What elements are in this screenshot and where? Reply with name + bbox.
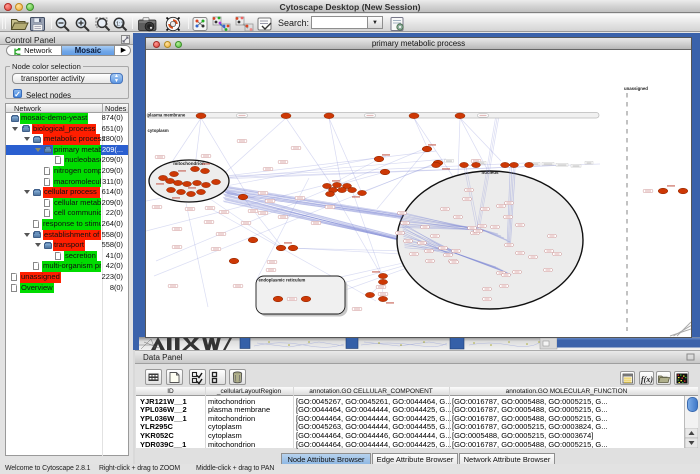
svg-text:f(x): f(x) — [641, 375, 653, 384]
svg-text:unassigned: unassigned — [624, 86, 648, 91]
svg-text:1:1: 1:1 — [116, 22, 124, 28]
svg-text:endoplasmic reticulum: endoplasmic reticulum — [259, 277, 306, 282]
svg-text:plasma membrane: plasma membrane — [148, 112, 186, 117]
svg-text:cytoplasm: cytoplasm — [148, 128, 169, 133]
svg-text:nucleus: nucleus — [481, 170, 499, 175]
svg-text:mitochondrion: mitochondrion — [173, 161, 205, 166]
